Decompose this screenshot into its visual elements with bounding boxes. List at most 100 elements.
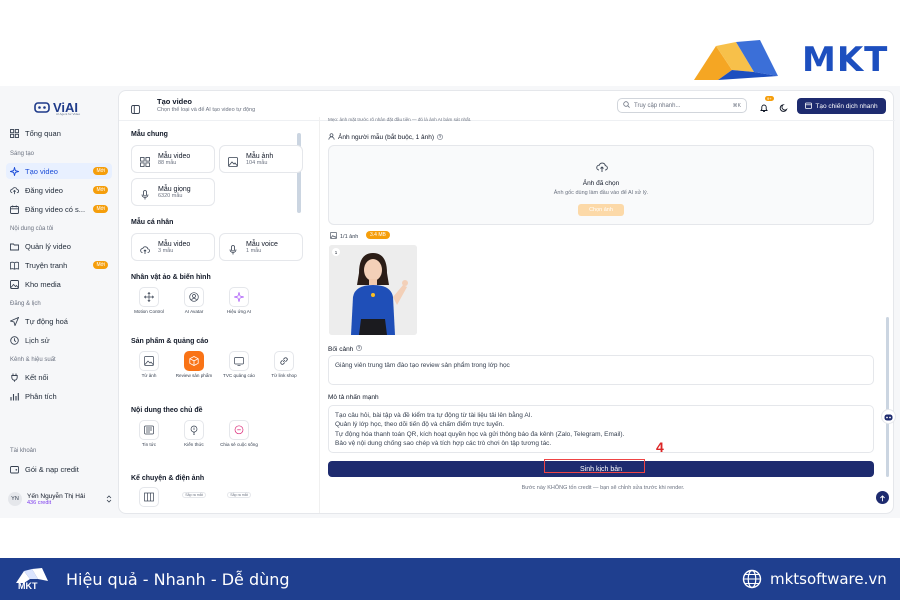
sidebar-section-create: Sáng tạo bbox=[10, 151, 35, 157]
sidebar-item-history[interactable]: Lịch sử bbox=[6, 332, 112, 348]
image-upload-dropzone[interactable]: Ảnh đã chọn Ảnh gốc dùng làm đầu vào để … bbox=[328, 145, 874, 225]
tool-label: Review sản phẩm bbox=[175, 373, 213, 378]
tool-story-1[interactable] bbox=[129, 487, 169, 507]
voice-templates-card[interactable]: Mẫu giọng 6320 mẫu bbox=[131, 178, 215, 206]
robot-icon bbox=[34, 102, 50, 113]
sidebar-item-comics[interactable]: Truyện tranh Mới bbox=[6, 257, 112, 273]
sparkle-icon bbox=[10, 166, 19, 176]
context-input[interactable]: Giảng viên trung tâm đào tạo review sản … bbox=[328, 355, 874, 385]
tool-ai-avatar[interactable]: AI Avatar bbox=[174, 287, 214, 315]
footer-banner: MKT Hiệu quả - Nhanh - Dễ dùng mktsoftwa… bbox=[0, 558, 900, 600]
sidebar-item-label: Tổng quan bbox=[25, 128, 61, 138]
user-name: Yến Nguyễn Thị Hải bbox=[27, 492, 86, 500]
quick-search-input[interactable]: Truy cập nhanh... ⌘K bbox=[617, 98, 747, 113]
tool-story-3[interactable]: Sắp ra mắt bbox=[219, 483, 259, 501]
sparkle-icon bbox=[229, 287, 249, 307]
bar-chart-icon bbox=[10, 392, 19, 401]
folder-icon bbox=[10, 242, 19, 251]
user-icon bbox=[328, 133, 335, 142]
help-icon[interactable] bbox=[437, 133, 443, 142]
tip-note: Mẹo: ảnh mặt trước rõ nhân đặt đầu tiên … bbox=[328, 117, 472, 122]
sidebar-item-upload-video-many[interactable]: Đăng video có s... Mới bbox=[6, 201, 112, 217]
help-icon[interactable] bbox=[356, 345, 363, 353]
tool-knowledge[interactable]: Kiến thức bbox=[174, 420, 214, 448]
bell-icon[interactable] bbox=[759, 100, 769, 113]
moon-icon[interactable] bbox=[779, 100, 789, 112]
tool-motion-control[interactable]: Motion Control bbox=[129, 287, 169, 315]
chat-bubble-icon bbox=[229, 420, 249, 440]
page-title: Tạo video bbox=[157, 97, 193, 106]
upload-hint: Ảnh gốc dùng làm đầu vào để AI xử lý. bbox=[553, 190, 649, 196]
context-label: Bối cảnh bbox=[328, 345, 363, 353]
sidebar-toggle-icon[interactable] bbox=[131, 101, 140, 114]
card-count: 104 mẫu bbox=[246, 159, 268, 166]
sidebar-item-manage-video[interactable]: Quản lý video bbox=[6, 238, 112, 254]
tool-review-product[interactable]: Review sản phẩm bbox=[174, 351, 214, 379]
content-scrollbar[interactable] bbox=[886, 317, 889, 477]
personal-video-card[interactable]: Mẫu video 3 mẫu bbox=[131, 233, 215, 261]
coming-soon-tag: Sắp ra mắt bbox=[182, 492, 206, 498]
notification-badge: 9+ bbox=[765, 96, 774, 101]
sidebar-item-connect[interactable]: Kết nối bbox=[6, 369, 112, 385]
card-title: Mẫu video bbox=[158, 152, 191, 160]
mkt-logo-icon bbox=[694, 40, 778, 80]
sidebar-item-plans[interactable]: Gói & nạp credit bbox=[6, 461, 112, 477]
card-title: Mẫu ảnh bbox=[246, 152, 274, 160]
tool-label: Hiệu ứng AI bbox=[226, 309, 252, 314]
emphasis-line: Quản lý lớp học, theo dõi tiến độ và chấ… bbox=[335, 421, 505, 429]
image-icon bbox=[10, 279, 19, 289]
emphasis-textarea[interactable]: Tạo câu hỏi, bài tập và đề kiểm tra tự đ… bbox=[328, 405, 874, 453]
sidebar-item-label: Phân tích bbox=[25, 391, 57, 401]
personal-voice-card[interactable]: Mẫu voice 1 mẫu bbox=[219, 233, 303, 261]
tool-from-link[interactable]: Từ link shop bbox=[264, 351, 304, 379]
viai-logo-subtitle: AI Agent for Video bbox=[56, 112, 81, 116]
cloud-upload-icon bbox=[140, 242, 150, 254]
cloud-upload-icon bbox=[596, 160, 608, 172]
sidebar-item-analytics[interactable]: Phân tích bbox=[6, 388, 112, 404]
newspaper-icon bbox=[139, 420, 159, 440]
image-count: 1/1 ảnh bbox=[330, 232, 358, 241]
scroll-top-button[interactable] bbox=[876, 491, 889, 504]
image-index: 1 bbox=[332, 248, 340, 256]
quick-campaign-button[interactable]: Tạo chiến dịch nhanh bbox=[797, 98, 886, 114]
model-image-label: Ảnh người mẫu (bắt buộc, 1 ảnh) bbox=[328, 133, 443, 142]
card-count: 1 mẫu bbox=[246, 247, 262, 254]
calendar-icon bbox=[805, 102, 813, 111]
sidebar-item-dashboard[interactable]: Tổng quan bbox=[6, 125, 112, 141]
sidebar-item-automation[interactable]: Tự động hoá bbox=[6, 313, 112, 329]
tool-story-2[interactable]: Sắp ra mắt bbox=[174, 483, 214, 501]
sidebar-item-upload-video[interactable]: Đăng video Mới bbox=[6, 182, 112, 198]
context-label-text: Bối cảnh bbox=[328, 345, 354, 353]
sidebar-item-create-video[interactable]: Tạo video Mới bbox=[6, 163, 112, 179]
book-icon bbox=[10, 261, 19, 270]
support-chat-button[interactable] bbox=[881, 409, 896, 424]
user-circle-icon bbox=[184, 287, 204, 307]
create-form: Mẹo: ảnh mặt trước rõ nhân đặt đầu tiên … bbox=[319, 117, 889, 513]
choose-image-label: Chọn ảnh bbox=[589, 207, 613, 213]
emphasis-label-text: Mô tả nhấn mạnh bbox=[328, 394, 379, 401]
tool-life-share[interactable]: Chia sẻ cuộc sống bbox=[219, 420, 259, 448]
user-credit: 436 credit bbox=[27, 499, 52, 506]
tool-label: AI Avatar bbox=[184, 309, 204, 314]
tool-ai-effect[interactable]: Hiệu ứng AI bbox=[219, 287, 259, 315]
image-icon bbox=[139, 351, 159, 371]
video-templates-card[interactable]: Mẫu video 88 mẫu bbox=[131, 145, 215, 173]
tool-news[interactable]: Tin tức bbox=[129, 420, 169, 448]
selected-model-image[interactable]: 1 bbox=[329, 245, 417, 335]
sidebar-section-account: Tài khoản bbox=[10, 448, 37, 454]
common-templates-heading: Mẫu chung bbox=[131, 131, 168, 138]
image-icon bbox=[330, 232, 337, 241]
mkt-brand-logo: MKT bbox=[692, 36, 892, 82]
grid-icon bbox=[10, 128, 19, 138]
tool-tvc[interactable]: TVC quảng cáo bbox=[219, 351, 259, 379]
image-templates-card[interactable]: Mẫu ảnh 104 mẫu bbox=[219, 145, 303, 173]
user-profile[interactable]: YN Yến Nguyễn Thị Hải 436 credit bbox=[8, 488, 112, 510]
shortcut-hint: ⌘K bbox=[732, 102, 741, 109]
mkt-logo-text: MKT bbox=[802, 40, 889, 80]
card-count: 3 mẫu bbox=[158, 247, 174, 254]
footer-website[interactable]: mktsoftware.vn bbox=[770, 570, 887, 588]
sidebar-item-media[interactable]: Kho media bbox=[6, 276, 112, 292]
tool-from-image[interactable]: Từ ảnh bbox=[129, 351, 169, 379]
choose-image-button[interactable]: Chọn ảnh bbox=[578, 204, 624, 216]
grid-icon bbox=[140, 154, 150, 167]
